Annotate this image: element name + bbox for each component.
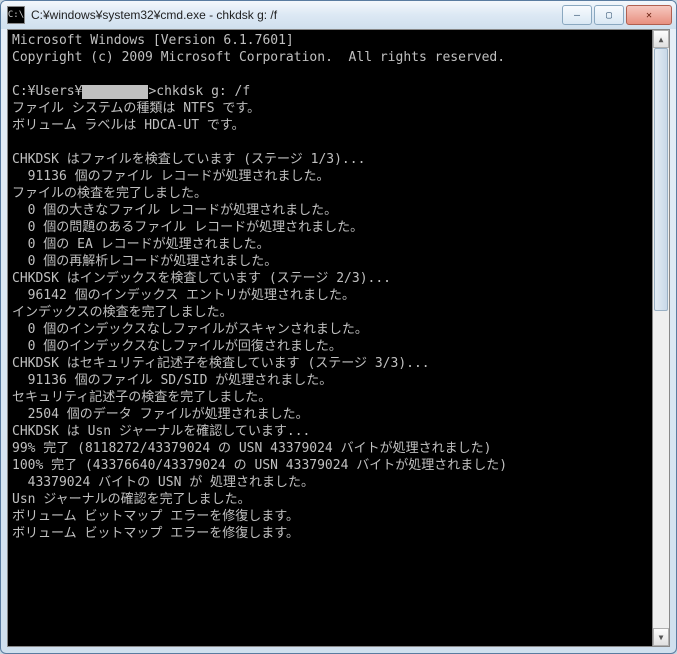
output-line: ボリューム ビットマップ エラーを修復します。 (12, 509, 299, 524)
redacted-username (82, 85, 148, 99)
output-line: Usn ジャーナルの確認を完了しました。 (12, 492, 251, 507)
scroll-down-button[interactable]: ▼ (653, 628, 669, 646)
terminal-area: Microsoft Windows [Version 6.1.7601] Cop… (7, 29, 670, 647)
vertical-scrollbar[interactable]: ▲ ▼ (652, 30, 669, 646)
output-line: 100% 完了 (43376640/43379024 の USN 4337902… (12, 458, 507, 473)
output-line: ボリューム ラベルは HDCA-UT です。 (12, 118, 245, 133)
cmd-icon: C:\ (7, 6, 25, 24)
output-line: 2504 個のデータ ファイルが処理されました。 (12, 407, 309, 422)
window-title: C:¥windows¥system32¥cmd.exe - chkdsk g: … (31, 8, 562, 22)
output-line: Microsoft Windows [Version 6.1.7601] (12, 33, 294, 48)
output-line: 0 個の問題のあるファイル レコードが処理されました。 (12, 220, 363, 235)
output-line: CHKDSK はインデックスを検査しています (ステージ 2/3)... (12, 271, 391, 286)
output-line: CHKDSK は Usn ジャーナルを確認しています... (12, 424, 310, 439)
scroll-track[interactable] (653, 48, 669, 628)
output-line: Copyright (c) 2009 Microsoft Corporation… (12, 50, 505, 65)
terminal-output: Microsoft Windows [Version 6.1.7601] Cop… (12, 32, 651, 644)
cmd-window: C:\ C:¥windows¥system32¥cmd.exe - chkdsk… (0, 0, 677, 654)
prompt-prefix: C:¥Users¥ (12, 84, 82, 99)
output-line: 43379024 バイトの USN が 処理されました。 (12, 475, 314, 490)
minimize-button[interactable]: — (562, 5, 592, 25)
output-line: セキュリティ記述子の検査を完了しました。 (12, 390, 271, 405)
output-line: 91136 個のファイル レコードが処理されました。 (12, 169, 329, 184)
output-line: CHKDSK はセキュリティ記述子を検査しています (ステージ 3/3)... (12, 356, 430, 371)
prompt-command: >chkdsk g: /f (148, 84, 250, 99)
window-controls: — ▢ ✕ (562, 5, 672, 25)
output-line: 99% 完了 (8118272/43379024 の USN 43379024 … (12, 441, 491, 456)
maximize-button[interactable]: ▢ (594, 5, 624, 25)
output-line: ボリューム ビットマップ エラーを修復します。 (12, 526, 299, 541)
close-button[interactable]: ✕ (626, 5, 672, 25)
titlebar[interactable]: C:\ C:¥windows¥system32¥cmd.exe - chkdsk… (1, 1, 676, 29)
output-line: 0 個の再解析レコードが処理されました。 (12, 254, 277, 269)
output-line: 0 個のインデックスなしファイルが回復されました。 (12, 339, 342, 354)
output-line: 91136 個のファイル SD/SID が処理されました。 (12, 373, 332, 388)
output-line: 96142 個のインデックス エントリが処理されました。 (12, 288, 355, 303)
output-line: ファイルの検査を完了しました。 (12, 186, 207, 201)
output-line: インデックスの検査を完了しました。 (12, 305, 233, 320)
output-line: CHKDSK はファイルを検査しています (ステージ 1/3)... (12, 152, 365, 167)
output-line: 0 個の EA レコードが処理されました。 (12, 237, 270, 252)
scroll-thumb[interactable] (654, 48, 668, 311)
output-line: ファイル システムの種類は NTFS です。 (12, 101, 260, 116)
output-line: 0 個の大きなファイル レコードが処理されました。 (12, 203, 337, 218)
scroll-up-button[interactable]: ▲ (653, 30, 669, 48)
output-line: 0 個のインデックスなしファイルがスキャンされました。 (12, 322, 368, 337)
